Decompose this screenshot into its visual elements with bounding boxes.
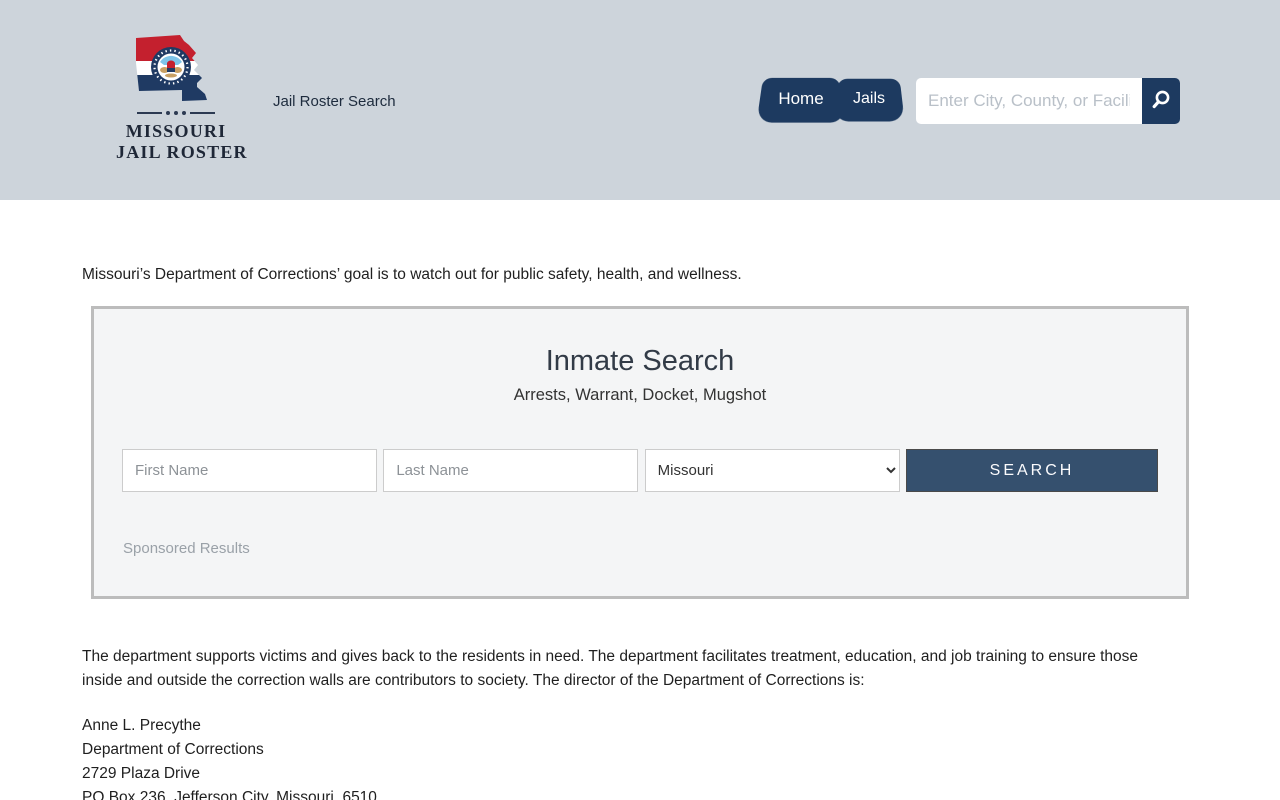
missouri-state-flag-seal-icon	[116, 30, 236, 106]
address-department: Department of Corrections	[82, 738, 1198, 762]
nav-tab-jails-label: Jails	[836, 77, 902, 120]
department-description: The department supports victims and give…	[82, 645, 1182, 693]
inmate-search-box: Inmate Search Arrests, Warrant, Docket, …	[91, 306, 1189, 599]
intro-text: Missouri’s Department of Corrections’ go…	[82, 266, 1198, 284]
site-header: MISSOURI JAIL ROSTER Jail Roster Search …	[0, 0, 1280, 200]
logo-text-line2: JAIL ROSTER	[116, 142, 236, 163]
facility-search-input[interactable]	[916, 78, 1142, 124]
inmate-search-button[interactable]: SEARCH	[906, 449, 1158, 492]
address-street: 2729 Plaza Drive	[82, 762, 1198, 786]
address-block: Anne L. Precythe Department of Correctio…	[82, 714, 1198, 800]
nav-tab-home[interactable]: Home	[760, 76, 842, 121]
state-select[interactable]: Missouri	[645, 449, 900, 492]
address-city-line: PO Box 236, Jefferson City, Missouri, 65…	[82, 786, 1198, 800]
main-content: Missouri’s Department of Corrections’ go…	[82, 266, 1198, 800]
nav-tab-jails[interactable]: Jails	[836, 77, 902, 120]
first-name-input[interactable]	[122, 449, 377, 492]
logo-text-line1: MISSOURI	[116, 121, 236, 142]
main-nav: Home Jails	[760, 76, 902, 121]
nav-tab-home-label: Home	[760, 76, 842, 121]
address-director-name: Anne L. Precythe	[82, 714, 1198, 738]
sponsored-results-label: Sponsored Results	[119, 540, 1161, 557]
inmate-search-title: Inmate Search	[119, 345, 1161, 378]
inmate-search-form: Missouri SEARCH	[119, 449, 1161, 492]
facility-search-bar	[916, 78, 1180, 124]
inmate-search-subtitle: Arrests, Warrant, Docket, Mugshot	[119, 386, 1161, 405]
last-name-input[interactable]	[383, 449, 638, 492]
logo-divider	[116, 111, 236, 115]
site-logo[interactable]: MISSOURI JAIL ROSTER	[116, 30, 236, 163]
facility-search-button[interactable]	[1142, 78, 1180, 124]
site-tagline: Jail Roster Search	[273, 93, 396, 110]
search-icon	[1149, 88, 1173, 115]
